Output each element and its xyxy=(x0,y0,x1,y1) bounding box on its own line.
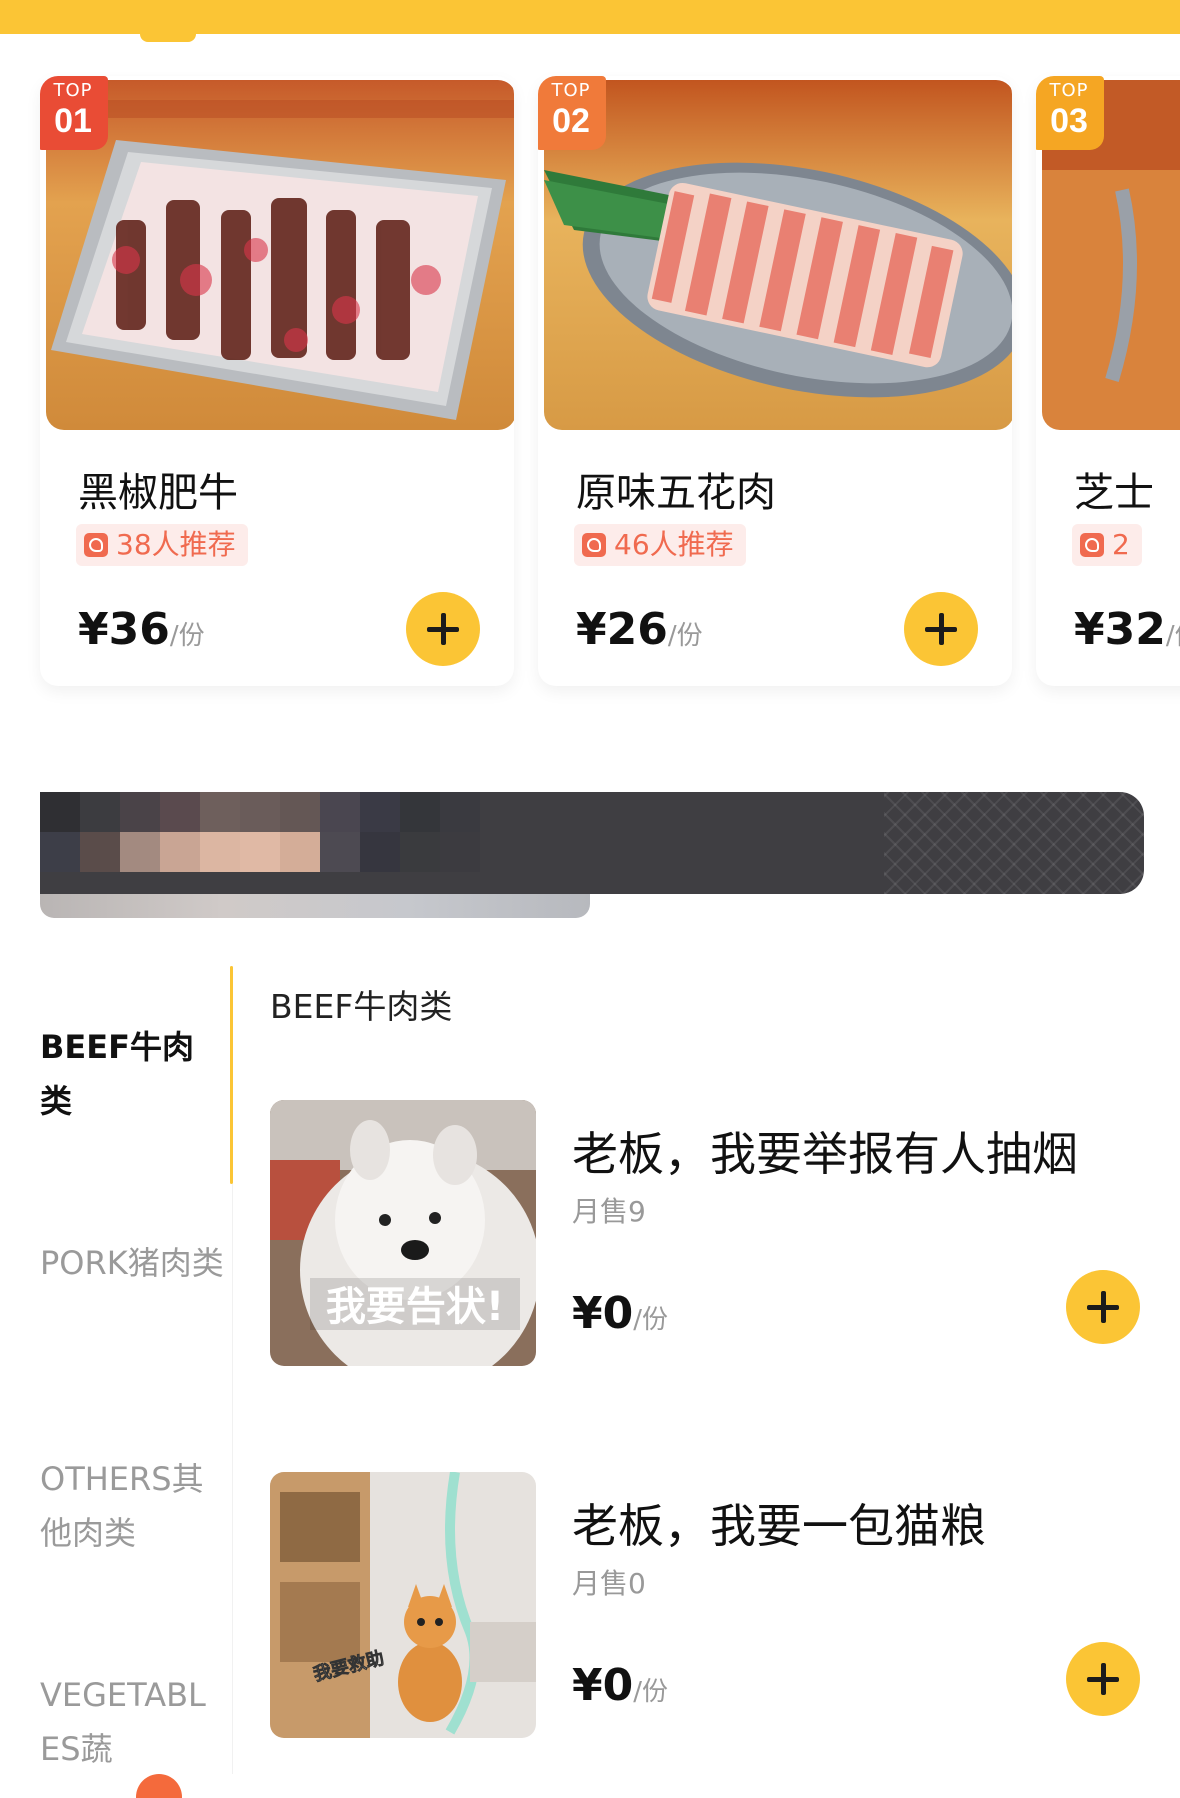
top-bar-indicator xyxy=(140,34,196,42)
dish-price: ¥36/份 xyxy=(78,604,205,655)
dish-name: 原味五花肉 xyxy=(576,470,776,516)
list-item[interactable]: 我要救助 老板，我要一包猫粮 月售0 ¥0/份 xyxy=(270,1472,1150,1738)
price-value: ¥0 xyxy=(572,1660,634,1711)
dish-name: 芝士 xyxy=(1074,470,1154,516)
recommend-count: 38人推荐 xyxy=(116,528,236,561)
top-badge: TOP 02 xyxy=(538,76,606,150)
recommend-icon xyxy=(84,533,108,557)
recommend-icon xyxy=(582,533,606,557)
recommend-tag: 38人推荐 xyxy=(76,524,248,566)
top-badge: TOP 03 xyxy=(1036,76,1104,150)
item-price: ¥0/份 xyxy=(572,1288,668,1339)
price-unit: /份 xyxy=(169,621,205,651)
top-ranking-carousel[interactable]: TOP 01 黑椒肥牛 38人推荐 ¥36/份 TOP 02 原味五花肉 46人… xyxy=(0,72,1180,712)
price-unit: /份 xyxy=(633,1677,668,1707)
recommend-tag: 46人推荐 xyxy=(574,524,746,566)
top-badge-label: TOP xyxy=(53,80,93,101)
item-photo-dog: 我要告状! xyxy=(270,1100,536,1366)
cart-bubble[interactable] xyxy=(136,1774,182,1798)
dish-photo-pork-belly xyxy=(544,80,1012,430)
item-title: 老板，我要一包猫粮 xyxy=(572,1499,986,1553)
price-unit: /份 xyxy=(633,1305,668,1335)
add-to-cart-button[interactable] xyxy=(904,592,978,666)
price-value: ¥0 xyxy=(572,1288,634,1339)
pixelated-image xyxy=(40,792,480,872)
list-item[interactable]: 我要告状! 老板，我要举报有人抽烟 月售9 ¥0/份 xyxy=(270,1100,1150,1366)
item-photo-cat: 我要救助 xyxy=(270,1472,536,1738)
banner-pattern xyxy=(884,792,1144,894)
top-badge-label: TOP xyxy=(1049,80,1089,101)
top-card-3[interactable]: TOP 03 芝士 2 ¥32/份 xyxy=(1036,76,1180,686)
item-sales: 月售0 xyxy=(572,1567,646,1600)
item-price: ¥0/份 xyxy=(572,1660,668,1711)
sidebar-divider xyxy=(232,1184,233,1774)
recommend-tag: 2 xyxy=(1072,524,1142,566)
item-title: 老板，我要举报有人抽烟 xyxy=(572,1127,1078,1181)
top-badge-rank: 02 xyxy=(552,102,590,140)
dish-price: ¥26/份 xyxy=(576,604,703,655)
top-badge: TOP 01 xyxy=(40,76,108,150)
recommend-icon xyxy=(1080,533,1104,557)
category-others[interactable]: OTHERS其他肉类 xyxy=(40,1452,225,1560)
top-bar xyxy=(0,0,1180,34)
top-badge-rank: 01 xyxy=(54,102,92,140)
top-card-1[interactable]: TOP 01 黑椒肥牛 38人推荐 ¥36/份 xyxy=(40,76,514,686)
top-card-2[interactable]: TOP 02 原味五花肉 46人推荐 ¥26/份 xyxy=(538,76,1012,686)
dish-name: 黑椒肥牛 xyxy=(78,470,238,516)
category-vegetables[interactable]: VEGETABLES蔬 xyxy=(40,1668,225,1776)
price-unit: /份 xyxy=(667,621,703,651)
category-pork[interactable]: PORK猪肉类 xyxy=(40,1236,225,1290)
recommend-count: 46人推荐 xyxy=(614,528,734,561)
item-image-caption: 我要告状! xyxy=(326,1284,504,1330)
category-beef[interactable]: BEEF牛肉类 xyxy=(40,1020,225,1128)
item-sales: 月售9 xyxy=(572,1195,646,1228)
recommend-count: 2 xyxy=(1112,528,1130,561)
promo-banner[interactable] xyxy=(40,792,1144,894)
dish-price: ¥32/份 xyxy=(1074,604,1180,655)
active-category-indicator xyxy=(230,966,233,1184)
price-value: ¥32 xyxy=(1074,604,1166,655)
section-title: BEEF牛肉类 xyxy=(270,987,453,1026)
dish-photo-black-pepper-beef xyxy=(46,80,514,430)
price-value: ¥36 xyxy=(78,604,170,655)
price-unit: /份 xyxy=(1165,621,1180,651)
add-to-cart-button[interactable] xyxy=(1066,1642,1140,1716)
top-badge-label: TOP xyxy=(551,80,591,101)
add-to-cart-button[interactable] xyxy=(406,592,480,666)
add-to-cart-button[interactable] xyxy=(1066,1270,1140,1344)
price-value: ¥26 xyxy=(576,604,668,655)
top-badge-rank: 03 xyxy=(1050,102,1088,140)
